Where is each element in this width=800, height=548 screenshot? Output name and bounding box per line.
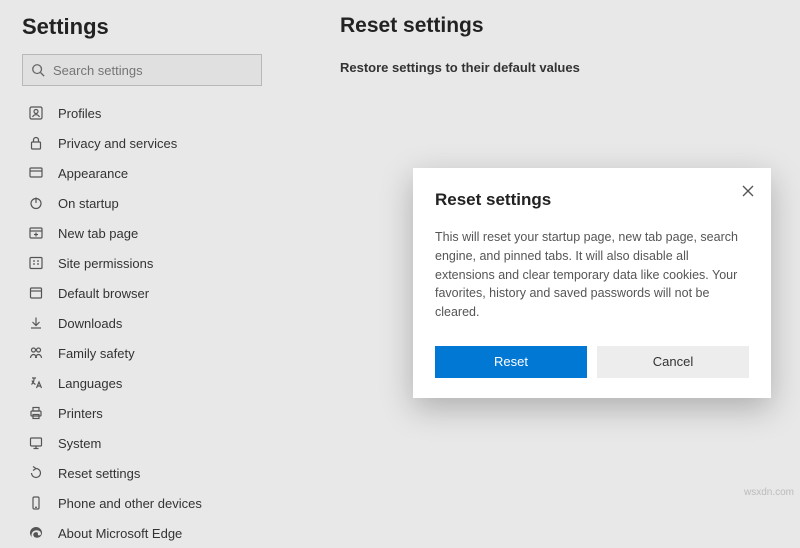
reset-settings-dialog: Reset settings This will reset your star… — [413, 168, 771, 398]
sidebar-item-languages[interactable]: Languages — [22, 368, 295, 398]
close-icon — [742, 185, 754, 197]
sidebar-item-phone[interactable]: Phone and other devices — [22, 488, 295, 518]
languages-icon — [28, 375, 44, 391]
sidebar-item-family[interactable]: Family safety — [22, 338, 295, 368]
sidebar-item-label: System — [58, 436, 101, 451]
settings-nav: Profiles Privacy and services Appearance — [22, 98, 295, 548]
section-heading: Restore settings to their default values — [340, 60, 780, 75]
sidebar-item-permissions[interactable]: Site permissions — [22, 248, 295, 278]
watermark: wsxdn.com — [744, 487, 794, 498]
dialog-actions: Reset Cancel — [435, 346, 749, 378]
sidebar-item-startup[interactable]: On startup — [22, 188, 295, 218]
sidebar-item-profiles[interactable]: Profiles — [22, 98, 295, 128]
sidebar-item-about[interactable]: About Microsoft Edge — [22, 518, 295, 548]
sidebar-item-label: Printers — [58, 406, 103, 421]
sidebar-item-default-browser[interactable]: Default browser — [22, 278, 295, 308]
sidebar-item-label: Downloads — [58, 316, 122, 331]
sidebar-item-appearance[interactable]: Appearance — [22, 158, 295, 188]
search-container[interactable] — [22, 54, 262, 86]
search-icon — [31, 63, 45, 77]
edge-icon — [28, 525, 44, 541]
default-browser-icon — [28, 285, 44, 301]
power-icon — [28, 195, 44, 211]
sidebar-item-label: Default browser — [58, 286, 149, 301]
sidebar-item-label: On startup — [58, 196, 119, 211]
dialog-close-button[interactable] — [737, 180, 759, 202]
settings-sidebar: Settings Profiles Privacy and services — [0, 0, 295, 502]
sidebar-item-label: Privacy and services — [58, 136, 177, 151]
settings-heading: Settings — [22, 14, 295, 40]
sidebar-item-printers[interactable]: Printers — [22, 398, 295, 428]
sidebar-item-label: Reset settings — [58, 466, 140, 481]
lock-icon — [28, 135, 44, 151]
permissions-icon — [28, 255, 44, 271]
search-input[interactable] — [53, 63, 253, 78]
sidebar-item-label: Appearance — [58, 166, 128, 181]
newtab-icon — [28, 225, 44, 241]
sidebar-item-label: Profiles — [58, 106, 101, 121]
phone-icon — [28, 495, 44, 511]
sidebar-item-label: Family safety — [58, 346, 135, 361]
cancel-button[interactable]: Cancel — [597, 346, 749, 378]
reset-button[interactable]: Reset — [435, 346, 587, 378]
appearance-icon — [28, 165, 44, 181]
sidebar-item-privacy[interactable]: Privacy and services — [22, 128, 295, 158]
sidebar-item-label: About Microsoft Edge — [58, 526, 182, 541]
dialog-title: Reset settings — [435, 190, 749, 210]
main-content: Reset settings Restore settings to their… — [340, 14, 780, 75]
sidebar-item-system[interactable]: System — [22, 428, 295, 458]
printer-icon — [28, 405, 44, 421]
family-icon — [28, 345, 44, 361]
dialog-body: This will reset your startup page, new t… — [435, 228, 749, 322]
sidebar-item-downloads[interactable]: Downloads — [22, 308, 295, 338]
reset-icon — [28, 465, 44, 481]
download-icon — [28, 315, 44, 331]
sidebar-item-label: Languages — [58, 376, 122, 391]
page-title: Reset settings — [340, 14, 780, 38]
sidebar-item-newtab[interactable]: New tab page — [22, 218, 295, 248]
sidebar-item-label: Phone and other devices — [58, 496, 202, 511]
profile-icon — [28, 105, 44, 121]
sidebar-item-label: Site permissions — [58, 256, 153, 271]
sidebar-item-label: New tab page — [58, 226, 138, 241]
sidebar-item-reset[interactable]: Reset settings — [22, 458, 295, 488]
system-icon — [28, 435, 44, 451]
